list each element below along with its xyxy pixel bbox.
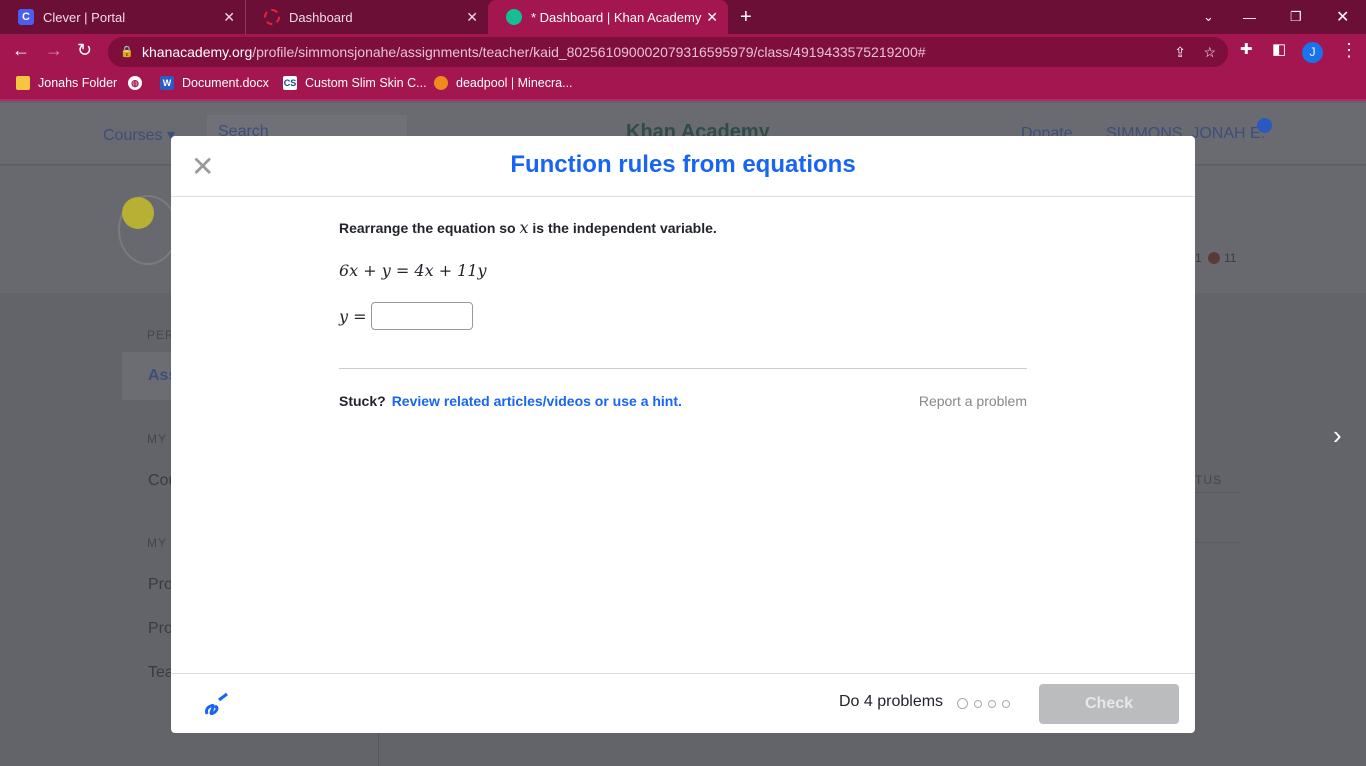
search-input[interactable]: Search xyxy=(207,115,407,136)
side-panel-icon[interactable]: ◧ xyxy=(1272,40,1286,58)
back-icon[interactable]: ← xyxy=(12,40,30,61)
url-domain: khanacademy.org xyxy=(142,44,253,60)
modal-title: Function rules from equations xyxy=(510,151,856,178)
next-chevron-icon[interactable]: › xyxy=(1333,420,1342,451)
tab-title: * Dashboard | Khan Academy xyxy=(531,9,702,25)
close-tab-icon[interactable]: ✕ xyxy=(223,9,235,26)
badge-icon xyxy=(1208,252,1220,264)
scratchpad-icon[interactable] xyxy=(203,690,231,718)
share-icon[interactable]: ⇪ xyxy=(1174,37,1186,67)
sidebar-item[interactable]: Pro xyxy=(148,620,173,638)
bookmark-label: deadpool | Minecra... xyxy=(456,76,573,90)
folder-icon xyxy=(16,76,30,90)
close-tab-icon[interactable]: ✕ xyxy=(706,9,718,26)
divider xyxy=(1195,542,1240,543)
reload-icon[interactable]: ↻ xyxy=(77,40,92,61)
divider xyxy=(378,733,379,766)
close-tab-icon[interactable]: ✕ xyxy=(466,9,478,26)
url-path: /profile/simmonsjonahe/assignments/teach… xyxy=(252,44,926,60)
hint-row: Stuck? Review related articles/videos or … xyxy=(339,393,1027,409)
prompt-text: is the independent variable. xyxy=(528,220,717,236)
progress-dot xyxy=(1002,699,1010,708)
bookmarks-bar: Jonahs Folder ◍ W Document.docx CS Custom … xyxy=(0,70,1366,101)
address-bar[interactable]: 🔒 khanacademy.org/profile/simmonsjonahe/a… xyxy=(108,37,1228,67)
close-window-button[interactable]: ✕ xyxy=(1318,0,1349,34)
progress-dot xyxy=(957,698,968,709)
cs-icon: CS xyxy=(283,76,297,90)
clever-icon: C xyxy=(18,9,34,25)
close-icon[interactable]: ✕ xyxy=(191,150,214,183)
bookmark-globe[interactable]: ◍ xyxy=(128,76,150,90)
tab-title: Dashboard xyxy=(289,9,353,25)
divider xyxy=(1195,492,1240,493)
divider xyxy=(339,368,1027,369)
pumpkin-icon xyxy=(434,76,448,90)
globe-icon: ◍ xyxy=(128,76,142,90)
menu-icon[interactable]: ⋮ xyxy=(1340,40,1358,61)
progress-dots xyxy=(957,698,1010,709)
bookmark-label: Jonahs Folder xyxy=(38,76,118,90)
bookmark-star-icon[interactable]: ☆ xyxy=(1203,37,1216,67)
answer-input[interactable] xyxy=(370,302,473,330)
exercise-modal: ✕ Function rules from equations Rearrang… xyxy=(171,136,1195,733)
sidebar-heading: MY xyxy=(147,536,167,550)
prompt-variable: x xyxy=(519,218,529,237)
check-button[interactable]: Check xyxy=(1039,684,1179,724)
forward-icon[interactable]: → xyxy=(45,40,63,61)
stat-count: 1 xyxy=(1195,251,1202,265)
profile-avatar[interactable]: J xyxy=(1302,42,1323,63)
lock-icon: 🔒 xyxy=(120,46,134,58)
browser-toolbar: ← → ↻ 🔒 khanacademy.org/profile/simmonsjo… xyxy=(0,34,1366,70)
bookmark-document[interactable]: W Document.docx xyxy=(160,76,269,90)
question-prompt: Rearrange the equation so x is the indep… xyxy=(339,218,1027,237)
notification-dot xyxy=(1257,118,1272,133)
khan-icon xyxy=(506,9,522,25)
status-column-header: TUS xyxy=(1195,473,1222,487)
khan-logo: Khan Academy xyxy=(626,121,770,136)
bookmark-custom-skin[interactable]: CS Custom Slim Skin C... xyxy=(283,76,427,90)
restore-button[interactable]: ❐ xyxy=(1272,0,1302,34)
tab-dashboard[interactable]: Dashboard ✕ xyxy=(245,0,488,34)
minimize-button[interactable]: — xyxy=(1225,0,1256,34)
exercise-content: Rearrange the equation so x is the indep… xyxy=(339,218,1027,409)
equation: 6x + y = 4x + 11y xyxy=(339,261,487,280)
word-icon: W xyxy=(160,76,174,90)
extensions-icon[interactable]: ✚ xyxy=(1240,40,1253,58)
answer-label: y = xyxy=(339,306,367,326)
stuck-label: Stuck? xyxy=(339,393,386,409)
tab-search-icon[interactable]: ⌄ xyxy=(1185,0,1214,34)
tab-khan-academy[interactable]: * Dashboard | Khan Academy ✕ xyxy=(488,0,728,34)
modal-header: ✕ Function rules from equations xyxy=(171,136,1195,197)
courses-menu[interactable]: Courses ▾ xyxy=(103,125,175,145)
bookmark-label: Document.docx xyxy=(182,76,269,90)
sidebar-heading: MY xyxy=(147,432,167,446)
progress-dot xyxy=(988,699,996,708)
answer-row: y = xyxy=(339,302,1027,330)
sidebar-item[interactable]: Pro xyxy=(148,576,173,594)
bookmark-jonahs-folder[interactable]: Jonahs Folder xyxy=(16,76,117,90)
avatar xyxy=(118,195,178,265)
sidebar-item[interactable]: Tea xyxy=(148,664,174,682)
dashboard-icon xyxy=(264,9,280,25)
hint-link[interactable]: Review related articles/videos or use a … xyxy=(392,393,682,409)
problem-count: Do 4 problems xyxy=(839,693,944,710)
tab-strip: C Clever | Portal ✕ Dashboard ✕ * Dashboard… xyxy=(0,0,1366,34)
tab-clever[interactable]: C Clever | Portal ✕ xyxy=(0,0,245,34)
bookmark-label: Custom Slim Skin C... xyxy=(305,76,427,90)
new-tab-button[interactable]: + xyxy=(722,0,752,34)
prompt-text: Rearrange the equation so xyxy=(339,220,520,236)
progress-dot xyxy=(974,699,982,708)
bookmark-deadpool[interactable]: deadpool | Minecra... xyxy=(434,76,573,90)
modal-footer: Do 4 problems Check xyxy=(171,673,1195,733)
stat-count-2: 11 xyxy=(1224,251,1237,265)
tab-title: Clever | Portal xyxy=(43,9,126,25)
report-problem-link[interactable]: Report a problem xyxy=(919,393,1027,409)
search-placeholder: Search xyxy=(218,123,269,136)
